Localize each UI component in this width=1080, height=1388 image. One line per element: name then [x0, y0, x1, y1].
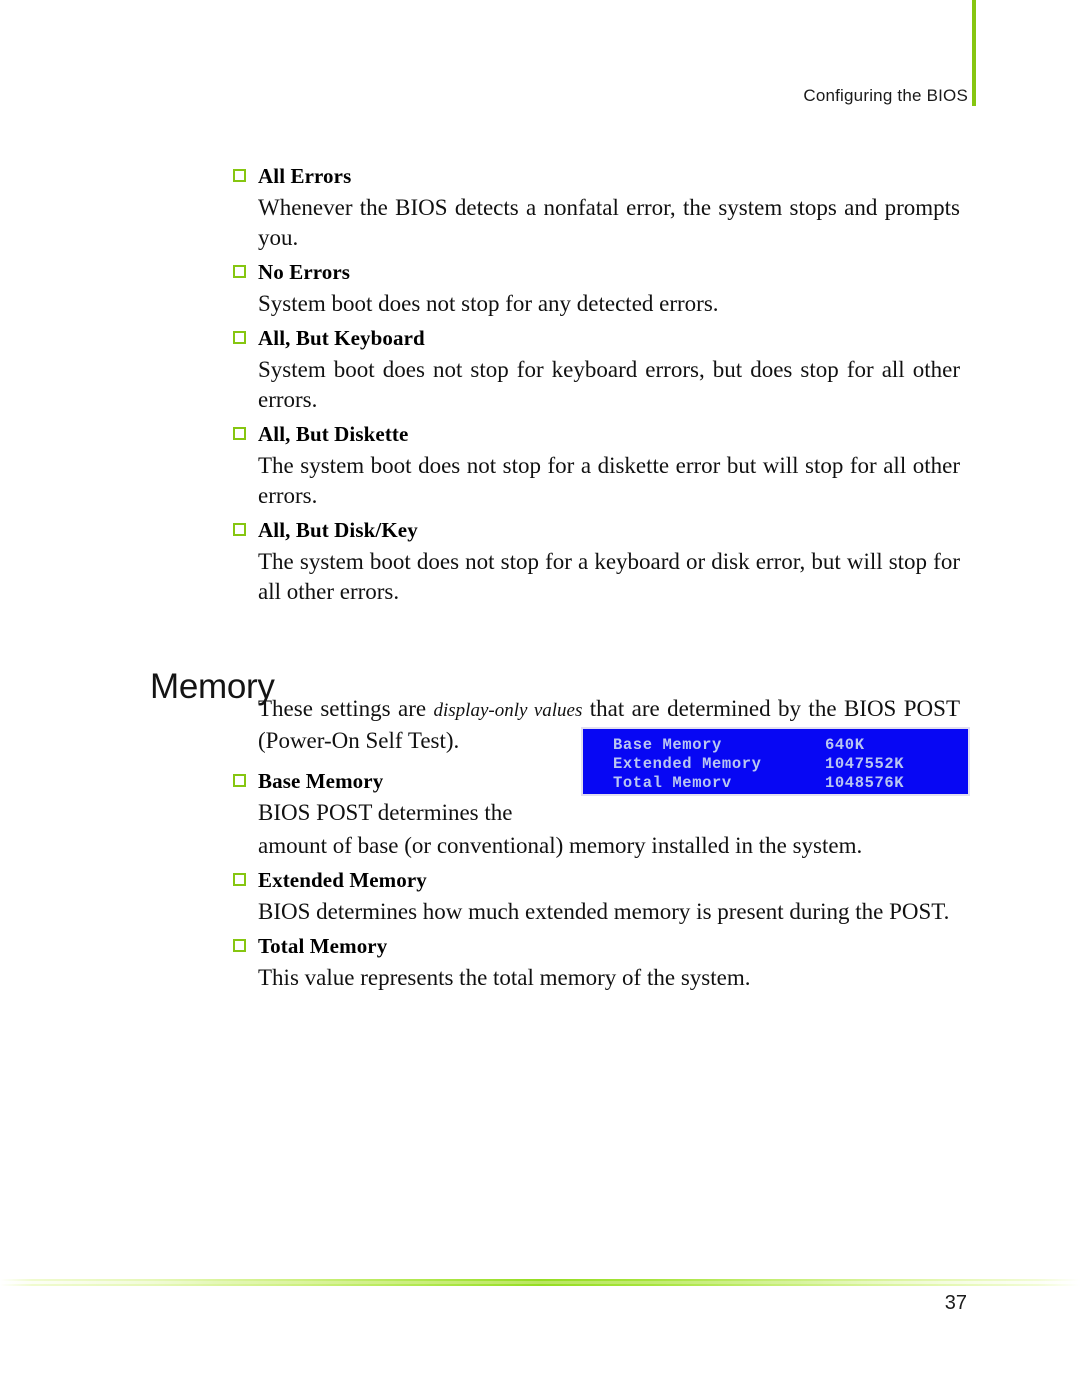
memory-intro-text-before: These settings are [258, 696, 434, 721]
square-bullet-icon [233, 265, 252, 284]
square-bullet-icon [233, 427, 252, 446]
square-bullet-icon [233, 873, 252, 892]
option-label: No Errors [258, 260, 351, 284]
option-heading-all-but-disk-key: All, But Disk/Key [232, 514, 960, 546]
option-label: All, But Disk/Key [258, 518, 418, 542]
bios-row: Base Memory 640K [613, 736, 968, 755]
memory-options-list: Base Memory BIOS POST determines the amo… [232, 765, 960, 996]
option-label: Base Memory [258, 769, 384, 793]
bios-row-value: 640K [825, 736, 865, 754]
option-description: The system boot does not stop for a disk… [258, 453, 960, 508]
option-description: This value represents the total memory o… [258, 965, 751, 990]
option-description: System boot does not stop for keyboard e… [258, 357, 960, 412]
running-header-title: Configuring the BIOS [803, 86, 968, 105]
option-heading-extended-memory: Extended Memory [232, 864, 960, 896]
option-heading-all-but-keyboard: All, But Keyboard [232, 322, 960, 354]
square-bullet-icon [233, 169, 252, 188]
option-heading-base-memory: Base Memory [232, 765, 960, 797]
option-description-line2: amount of base (or conventional) memory … [258, 833, 863, 858]
option-label: All, But Diskette [258, 422, 409, 446]
option-description-line1: BIOS POST determines the [258, 800, 513, 825]
header-accent-rule [972, 0, 976, 106]
boot-error-options-list: All Errors Whenever the BIOS detects a n… [232, 160, 960, 610]
option-description: Whenever the BIOS detects a nonfatal err… [258, 195, 960, 250]
square-bullet-icon [233, 523, 252, 542]
option-heading-all-errors: All Errors [232, 160, 960, 192]
option-heading-total-memory: Total Memory [232, 930, 960, 962]
option-description: System boot does not stop for any detect… [258, 291, 719, 316]
bios-row-label: Base Memory [613, 736, 722, 754]
option-heading-all-but-diskette: All, But Diskette [232, 418, 960, 450]
option-description: BIOS determines how much extended memory… [258, 899, 950, 924]
option-description: The system boot does not stop for a keyb… [258, 549, 960, 604]
memory-intro-italic-phrase: display-only values [433, 700, 583, 721]
square-bullet-icon [233, 939, 252, 958]
square-bullet-icon [233, 774, 252, 793]
page-number: 37 [944, 1292, 967, 1314]
option-label: All, But Keyboard [258, 326, 425, 350]
square-bullet-icon [233, 331, 252, 350]
option-label: Extended Memory [258, 868, 427, 892]
footer-gradient-bar [0, 1279, 1080, 1286]
option-label: Total Memory [258, 934, 388, 958]
option-label: All Errors [258, 164, 352, 188]
option-heading-no-errors: No Errors [232, 256, 960, 288]
